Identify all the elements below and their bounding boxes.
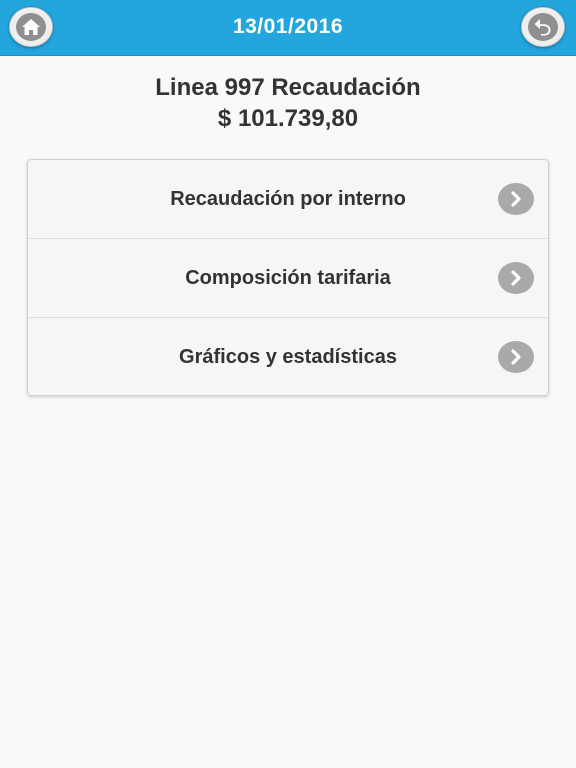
- line-title: Linea 997 Recaudación: [155, 74, 421, 101]
- undo-arrow-icon: [528, 13, 558, 41]
- collection-amount: $ 101.739,80: [217, 105, 359, 132]
- header-date: 13/01/2016: [232, 15, 344, 38]
- menu-item-label: Composición tarifaria: [185, 267, 391, 289]
- menu-item-graficos-y-estadisticas[interactable]: Gráficos y estadísticas: [28, 318, 548, 395]
- menu-item-label: Gráficos y estadísticas: [179, 346, 397, 368]
- options-menu: Recaudación por interno Composición tari…: [27, 159, 549, 396]
- menu-item-label: Recaudación por interno: [170, 188, 406, 210]
- menu-item-recaudacion-por-interno[interactable]: Recaudación por interno: [28, 160, 548, 239]
- back-button[interactable]: [521, 7, 565, 47]
- chevron-right-icon: [498, 341, 534, 373]
- top-bar: 13/01/2016: [0, 0, 576, 56]
- collection-summary: Linea 997 Recaudación $ 101.739,80: [0, 72, 576, 134]
- chevron-right-icon: [498, 262, 534, 294]
- chevron-right-icon: [498, 183, 534, 215]
- menu-item-composicion-tarifaria[interactable]: Composición tarifaria: [28, 239, 548, 318]
